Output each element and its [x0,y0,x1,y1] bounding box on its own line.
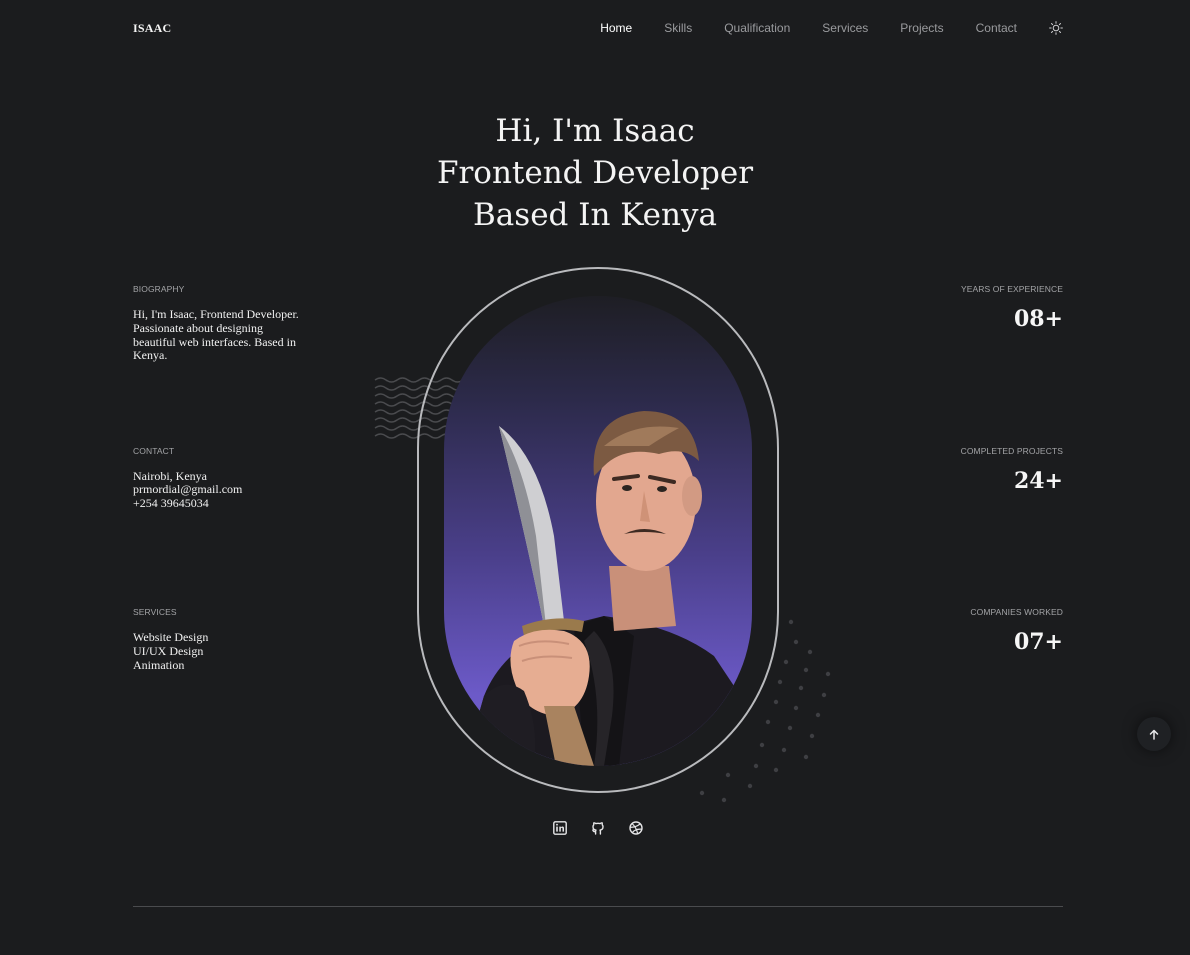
contact-location: Nairobi, Kenya [133,468,207,483]
social-links [552,820,644,836]
companies-label: COMPANIES WORKED [970,607,1063,617]
projects-stat: COMPLETED PROJECTS 24+ [863,446,1063,608]
service-item: Animation [133,657,185,672]
contact-block: CONTACT Nairobi, Kenya prmordial@gmail.c… [133,446,323,608]
left-info-column: BIOGRAPHY Hi, I'm Isaac, Frontend Develo… [133,284,323,769]
github-icon[interactable] [590,820,606,836]
services-text: Website Design UI/UX Design Animation [133,630,323,672]
logo[interactable]: ISAAC [133,21,171,36]
hero-line-3: Based In Kenya [473,197,717,233]
biography-line: beautiful web interfaces. Based in [133,334,296,349]
scroll-top-button[interactable] [1137,717,1171,751]
companies-value: 07+ [1013,629,1063,655]
contact-email[interactable]: prmordial@gmail.com [133,482,323,497]
right-stats-column: YEARS OF EXPERIENCE 08+ COMPLETED PROJEC… [863,284,1063,769]
nav-contact[interactable]: Contact [976,21,1017,35]
contact-phone[interactable]: +254 39645034 [133,496,323,511]
service-item: Website Design [133,630,209,644]
site-header: ISAAC Home Skills Qualification Services… [133,0,1063,56]
contact-label: CONTACT [133,445,175,456]
hero-line-2: Frontend Developer [436,155,754,191]
service-item: UI/UX Design [133,643,204,658]
hero-title: Hi, I'm Isaac Frontend Developer Based I… [0,110,1190,236]
hero-line-1: Hi, I'm Isaac [495,113,695,149]
services-label: SERVICES [133,607,177,617]
footer-divider [133,906,1063,907]
linkedin-icon[interactable] [552,820,568,836]
companies-stat: COMPANIES WORKED 07+ [863,607,1063,769]
experience-value: 08+ [1013,306,1063,332]
nav-home[interactable]: Home [600,21,632,35]
biography-line: Hi, I'm Isaac, Frontend Developer. [133,307,299,321]
nav-projects[interactable]: Projects [900,21,943,35]
biography-line: Passionate about designing [133,320,263,335]
biography-line: Kenya. [133,348,168,363]
contact-text: Nairobi, Kenya prmordial@gmail.com +254 … [133,468,323,511]
services-block: SERVICES Website Design UI/UX Design Ani… [133,607,323,769]
arrow-up-icon [1149,729,1159,740]
projects-value: 24+ [1013,467,1063,494]
portrait-image [444,296,752,766]
nav-skills[interactable]: Skills [664,21,692,35]
biography-label: BIOGRAPHY [133,284,185,294]
projects-label: COMPLETED PROJECTS [960,445,1063,456]
dribbble-icon[interactable] [628,820,644,836]
sun-icon[interactable] [1049,21,1063,35]
biography-text: Hi, I'm Isaac, Frontend Developer. Passi… [133,307,323,363]
main-nav: Home Skills Qualification Services Proje… [600,21,1063,35]
nav-services[interactable]: Services [822,21,868,35]
experience-label: YEARS OF EXPERIENCE [960,284,1063,294]
biography-block: BIOGRAPHY Hi, I'm Isaac, Frontend Develo… [133,284,323,446]
experience-stat: YEARS OF EXPERIENCE 08+ [863,284,1063,446]
nav-qualification[interactable]: Qualification [724,21,790,35]
